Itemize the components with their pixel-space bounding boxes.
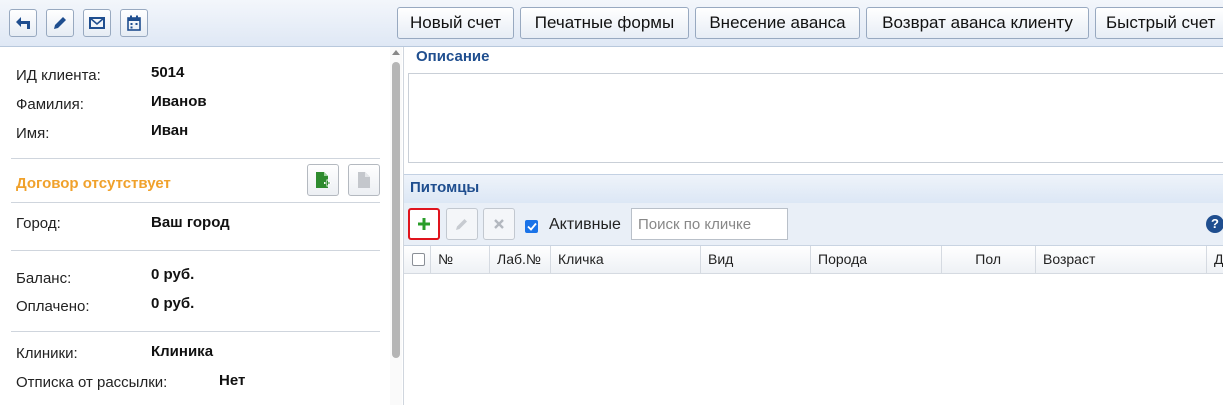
add-contract-button[interactable] — [307, 164, 339, 196]
print-forms-button[interactable]: Печатные формы — [520, 7, 689, 39]
unsubscribe-value: Нет — [219, 372, 246, 389]
client-id-value: 5014 — [151, 64, 185, 81]
column-header-lab-number[interactable]: Лаб.№ — [489, 246, 550, 273]
scroll-up-arrow-icon[interactable] — [392, 50, 400, 55]
pencil-icon — [54, 17, 66, 29]
pets-grid-body — [404, 274, 1223, 405]
new-invoice-button[interactable]: Новый счет — [397, 7, 514, 39]
column-header-more[interactable]: Д — [1206, 246, 1223, 273]
balance-value: 0 руб. — [151, 266, 195, 283]
mail-icon — [89, 17, 105, 29]
delete-pet-button[interactable] — [483, 208, 515, 240]
pets-title: Питомцы — [410, 179, 480, 196]
calendar-button[interactable] — [120, 9, 148, 37]
divider — [11, 250, 380, 251]
divider — [11, 202, 380, 203]
edit-pet-button[interactable] — [446, 208, 478, 240]
column-header-breed[interactable]: Порода — [810, 246, 941, 273]
help-icon[interactable]: ? — [1206, 215, 1223, 233]
client-info-panel: ИД клиента: 5014 Фамилия: Иванов Имя: Ив… — [0, 47, 388, 405]
paid-value: 0 руб. — [151, 295, 195, 312]
document-icon — [358, 172, 370, 188]
divider — [11, 158, 380, 159]
column-header-name[interactable]: Кличка — [550, 246, 700, 273]
add-pet-button[interactable] — [408, 208, 440, 240]
city-value: Ваш город — [151, 214, 230, 231]
active-checkbox-label: Активные — [549, 216, 621, 233]
checkmark-icon — [526, 222, 537, 231]
pets-header — [404, 174, 1223, 203]
column-header-age[interactable]: Возраст — [1035, 246, 1206, 273]
view-contract-button[interactable] — [348, 164, 380, 196]
pencil-icon — [456, 219, 467, 230]
client-id-label: ИД клиента: — [16, 67, 101, 84]
pet-name-search-input[interactable] — [631, 208, 788, 240]
contract-status: Договор отсутствует — [16, 175, 171, 192]
calendar-icon — [127, 15, 141, 31]
column-header-species[interactable]: Вид — [700, 246, 810, 273]
advance-refund-button[interactable]: Возврат аванса клиенту — [866, 7, 1089, 39]
surname-value: Иванов — [151, 93, 207, 110]
email-button[interactable] — [83, 9, 111, 37]
back-button[interactable] — [9, 9, 37, 37]
column-header-sex[interactable]: Пол — [941, 246, 1035, 273]
first-name-label: Имя: — [16, 125, 50, 142]
clinics-label: Клиники: — [16, 345, 78, 362]
city-label: Город: — [16, 215, 61, 232]
quick-invoice-button[interactable]: Быстрый счет — [1095, 7, 1223, 39]
paid-label: Оплачено: — [16, 298, 90, 315]
scrollbar-thumb[interactable] — [392, 62, 400, 358]
clinics-value: Клиника — [151, 343, 214, 360]
select-all-checkbox[interactable] — [412, 253, 425, 266]
first-name-value: Иван — [151, 122, 189, 139]
active-checkbox[interactable] — [525, 220, 538, 233]
close-icon — [494, 219, 504, 229]
edit-button[interactable] — [46, 9, 74, 37]
advance-payment-button[interactable]: Внесение аванса — [695, 7, 860, 39]
surname-label: Фамилия: — [16, 96, 84, 113]
divider — [11, 331, 380, 332]
description-field[interactable] — [408, 73, 1223, 163]
plus-icon — [418, 218, 430, 230]
add-document-icon — [316, 172, 331, 188]
description-title: Описание — [416, 48, 490, 65]
balance-label: Баланс: — [16, 270, 72, 287]
unsubscribe-label: Отписка от рассылки: — [16, 374, 168, 391]
column-header-number[interactable]: № — [430, 246, 489, 273]
back-icon — [16, 17, 30, 29]
